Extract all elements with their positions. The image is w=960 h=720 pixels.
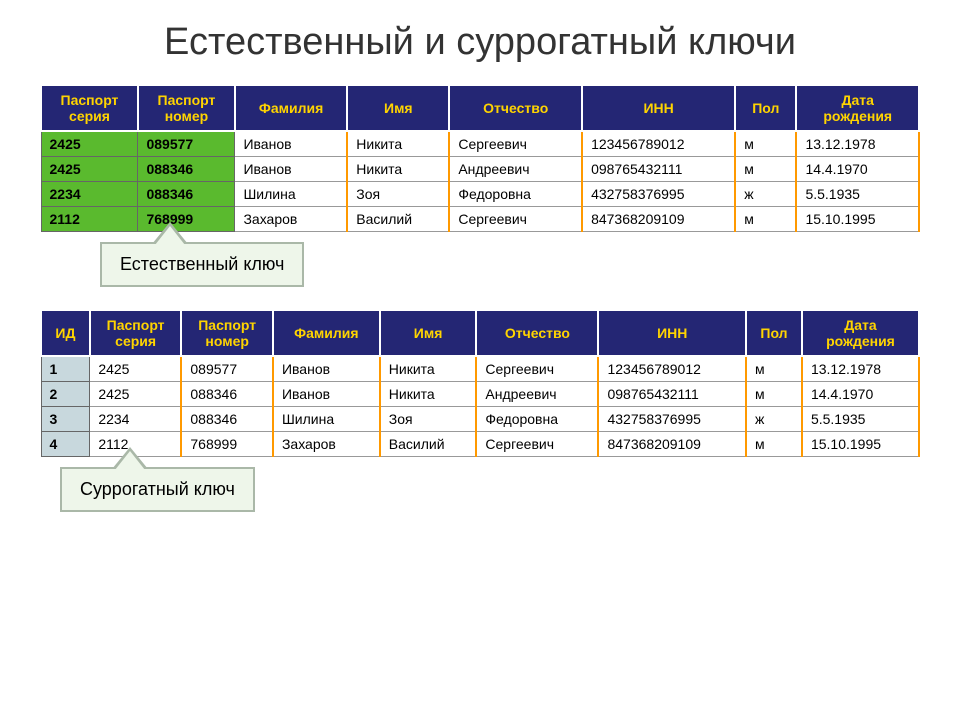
- table-cell: Сергеевич: [476, 431, 598, 456]
- table-cell: 088346: [138, 181, 235, 206]
- table-cell: 2234: [41, 181, 138, 206]
- table-cell: 098765432111: [598, 381, 746, 406]
- table-cell: Шилина: [273, 406, 380, 431]
- table-cell: 14.4.1970: [802, 381, 919, 406]
- table-header: Пол: [735, 85, 796, 131]
- table-cell: 2234: [90, 406, 182, 431]
- table-header: ИНН: [582, 85, 735, 131]
- table-cell: 5.5.1935: [802, 406, 919, 431]
- table-cell: Иванов: [273, 356, 380, 382]
- table-header: Имя: [380, 310, 477, 356]
- table-cell: Никита: [347, 156, 449, 181]
- table-cell: 15.10.1995: [796, 206, 919, 231]
- natural-key-callout: Естественный ключ: [100, 242, 304, 287]
- table-cell: 088346: [181, 406, 273, 431]
- table-cell: Зоя: [347, 181, 449, 206]
- table-cell: Сергеевич: [449, 131, 582, 157]
- table-cell: Сергеевич: [476, 356, 598, 382]
- natural-key-table: Паспорт серияПаспорт номерФамилияИмяОтче…: [40, 84, 920, 232]
- table-header: Имя: [347, 85, 449, 131]
- table-cell: м: [746, 381, 802, 406]
- table-cell: Никита: [380, 356, 477, 382]
- table-cell: 089577: [181, 356, 273, 382]
- table-cell: Василий: [347, 206, 449, 231]
- table-cell: ж: [746, 406, 802, 431]
- table-cell: ж: [735, 181, 796, 206]
- table-cell: м: [735, 131, 796, 157]
- table-cell: Андреевич: [476, 381, 598, 406]
- table-cell: 3: [41, 406, 90, 431]
- table-cell: 14.4.1970: [796, 156, 919, 181]
- table-cell: 123456789012: [598, 356, 746, 382]
- table-cell: Никита: [347, 131, 449, 157]
- table-cell: 088346: [181, 381, 273, 406]
- table-header: Дата рождения: [802, 310, 919, 356]
- table-header: Паспорт серия: [41, 85, 138, 131]
- table-cell: 2425: [90, 356, 182, 382]
- table-row: 32234088346ШилинаЗояФедоровна43275837699…: [41, 406, 919, 431]
- table-cell: 088346: [138, 156, 235, 181]
- table-cell: 13.12.1978: [796, 131, 919, 157]
- table-header: Пол: [746, 310, 802, 356]
- table-cell: 432758376995: [598, 406, 746, 431]
- table-row: 42112768999ЗахаровВасилийСергеевич847368…: [41, 431, 919, 456]
- table-cell: 432758376995: [582, 181, 735, 206]
- table-cell: 2425: [90, 381, 182, 406]
- table-header: Дата рождения: [796, 85, 919, 131]
- table-header: Фамилия: [235, 85, 347, 131]
- table-row: 2234088346ШилинаЗояФедоровна432758376995…: [41, 181, 919, 206]
- table-cell: Федоровна: [476, 406, 598, 431]
- surrogate-key-callout: Суррогатный ключ: [60, 467, 255, 512]
- table-header: Отчество: [449, 85, 582, 131]
- table-cell: 15.10.1995: [802, 431, 919, 456]
- table-cell: 4: [41, 431, 90, 456]
- table-cell: Иванов: [273, 381, 380, 406]
- table-cell: 2425: [41, 156, 138, 181]
- table-row: 2425089577ИвановНикитаСергеевич123456789…: [41, 131, 919, 157]
- table-header: ИД: [41, 310, 90, 356]
- table-cell: м: [746, 356, 802, 382]
- table-header: Фамилия: [273, 310, 380, 356]
- table-cell: м: [735, 206, 796, 231]
- table-header: Паспорт номер: [138, 85, 235, 131]
- table-header: Отчество: [476, 310, 598, 356]
- table-row: 22425088346ИвановНикитаАндреевич09876543…: [41, 381, 919, 406]
- table-cell: 847368209109: [598, 431, 746, 456]
- table-row: 2425088346ИвановНикитаАндреевич098765432…: [41, 156, 919, 181]
- table-cell: Андреевич: [449, 156, 582, 181]
- table-cell: 847368209109: [582, 206, 735, 231]
- table-cell: 2: [41, 381, 90, 406]
- table-cell: 1: [41, 356, 90, 382]
- table-cell: Федоровна: [449, 181, 582, 206]
- table-cell: м: [735, 156, 796, 181]
- table-cell: Зоя: [380, 406, 477, 431]
- table-row: 12425089577ИвановНикитаСергеевич12345678…: [41, 356, 919, 382]
- table-cell: 098765432111: [582, 156, 735, 181]
- table-cell: Иванов: [235, 156, 347, 181]
- table-cell: Захаров: [235, 206, 347, 231]
- page-title: Естественный и суррогатный ключи: [40, 20, 920, 66]
- table-header: ИНН: [598, 310, 746, 356]
- table-cell: м: [746, 431, 802, 456]
- table-cell: Шилина: [235, 181, 347, 206]
- table-header: Паспорт номер: [181, 310, 273, 356]
- table-cell: 13.12.1978: [802, 356, 919, 382]
- table-header: Паспорт серия: [90, 310, 182, 356]
- table-cell: 2112: [41, 206, 138, 231]
- table-cell: Василий: [380, 431, 477, 456]
- table-cell: Захаров: [273, 431, 380, 456]
- table-cell: 123456789012: [582, 131, 735, 157]
- table-cell: 089577: [138, 131, 235, 157]
- table-cell: Сергеевич: [449, 206, 582, 231]
- table-cell: 768999: [181, 431, 273, 456]
- surrogate-key-table: ИДПаспорт серияПаспорт номерФамилияИмяОт…: [40, 309, 920, 457]
- table-cell: Иванов: [235, 131, 347, 157]
- table-cell: 5.5.1935: [796, 181, 919, 206]
- table-cell: 2425: [41, 131, 138, 157]
- table-cell: Никита: [380, 381, 477, 406]
